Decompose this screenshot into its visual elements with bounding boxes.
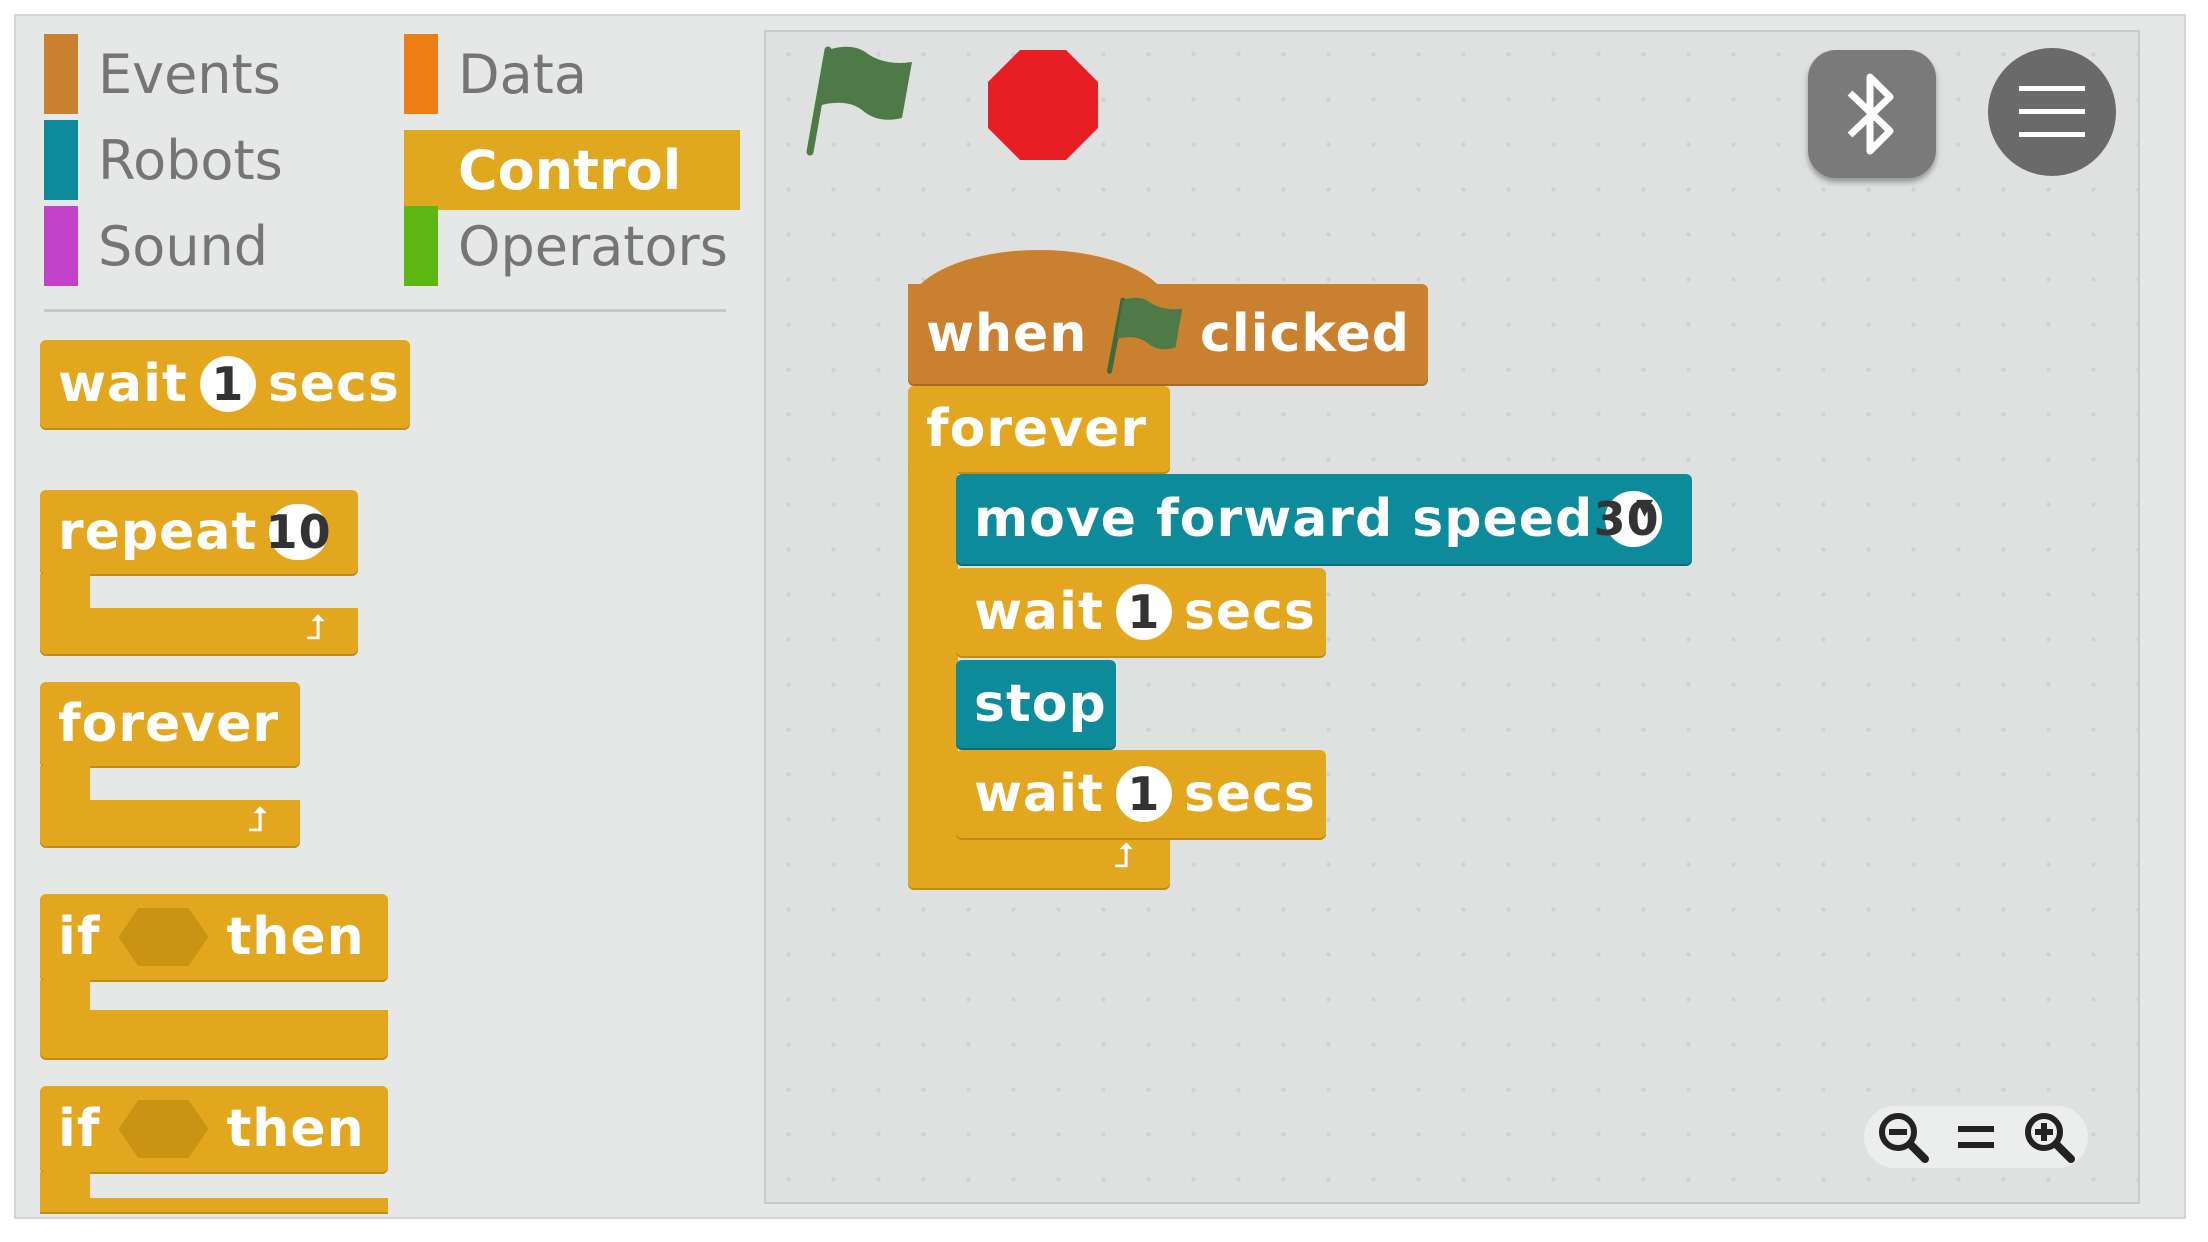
repeat-header[interactable]: repeat 10 [40,490,358,574]
zoom-in-icon [2024,1113,2075,1163]
menu-button[interactable] [1988,48,2116,176]
if-arm [40,1172,90,1198]
wait-unit: secs [1183,764,1316,824]
block-label: then [226,1099,365,1159]
category-control[interactable]: Control [404,130,740,210]
repeat-arm [40,574,90,610]
block-label: forever [58,694,280,754]
green-flag-icon [1107,297,1183,374]
events-swatch [44,34,78,114]
data-swatch [404,34,438,114]
category-label: Events [98,42,281,106]
category-label: Operators [458,214,728,278]
category-label: Data [458,42,587,106]
condition-slot[interactable] [118,1100,209,1158]
bluetooth-button[interactable] [1808,50,1936,178]
category-label: Sound [98,214,269,278]
zoom-reset-button[interactable] [1956,1122,1996,1152]
stop-sign-icon [988,50,1098,160]
block-label: then [226,907,365,967]
category-data[interactable]: Data [404,32,734,116]
stop-label: stop [974,674,1107,734]
green-flag-button[interactable] [798,44,918,156]
operators-swatch [404,206,438,286]
hat-body[interactable]: when clicked [908,284,1428,384]
if-arm [40,980,90,1010]
zoom-out-button[interactable] [1877,1111,1930,1163]
speed-dropdown[interactable]: 30 ▼ [1594,491,1662,547]
if-footer [40,1198,388,1212]
wait-label: wait [974,764,1104,824]
block-label: repeat [58,502,258,562]
category-list: Events Robots Sound Data Control Operato… [44,32,744,302]
wait-unit: secs [1183,582,1316,642]
forever-label: forever [926,399,1148,459]
if-header[interactable]: if then [40,1086,388,1172]
zoom-controls [1864,1106,2088,1168]
category-robots[interactable]: Robots [44,118,374,202]
block-label: if [58,1099,101,1159]
condition-slot[interactable] [118,908,209,966]
robots-swatch [44,120,78,200]
category-label: Control [458,138,682,202]
wait-value-input[interactable]: 1 [199,356,256,412]
forever-arm [40,766,90,802]
zoom-out-icon [1879,1113,1930,1163]
sound-swatch [44,206,78,286]
forever-header[interactable]: forever [908,386,1170,472]
dropdown-arrow-icon: ▼ [1636,495,1654,520]
wait-value-input[interactable]: 1 [1115,766,1172,822]
category-operators[interactable]: Operators [404,204,740,288]
wait-block[interactable]: wait 1 secs [956,568,1326,656]
category-events[interactable]: Events [44,32,374,116]
zoom-in-button[interactable] [2023,1111,2075,1163]
repeat-count-input[interactable]: 10 [266,504,331,560]
block-unit: secs [267,354,400,414]
if-footer [40,1010,388,1058]
category-sound[interactable]: Sound [44,204,374,288]
hat-clicked-label: clicked [1200,304,1410,364]
equals-icon [1957,1126,1994,1148]
palette-wait-block[interactable]: wait 1 secs [40,340,410,428]
control-swatch [404,130,438,210]
loop-arrow-icon: ⮥ [306,608,327,648]
move-forward-block[interactable]: move forward speed 30 ▼ [956,474,1692,564]
forever-arm [908,470,958,840]
loop-arrow-icon: ⮥ [248,800,269,840]
move-label: move forward speed [974,489,1594,549]
wait-label: wait [974,582,1104,642]
category-label: Robots [98,128,283,192]
palette-divider [44,309,726,312]
hat-when-label: when [926,304,1088,364]
wait-block[interactable]: wait 1 secs [956,750,1326,838]
forever-header[interactable]: forever [40,682,300,766]
wait-value-input[interactable]: 1 [1115,584,1172,640]
bluetooth-icon [1847,73,1894,155]
block-label: wait [58,354,188,414]
hamburger-menu-icon [2019,86,2085,137]
block-label: if [58,907,101,967]
loop-arrow-icon: ⮥ [1114,836,1135,876]
stop-button[interactable] [986,48,1100,162]
if-header[interactable]: if then [40,894,388,980]
green-flag-icon [806,46,912,156]
stop-block[interactable]: stop [956,660,1116,748]
